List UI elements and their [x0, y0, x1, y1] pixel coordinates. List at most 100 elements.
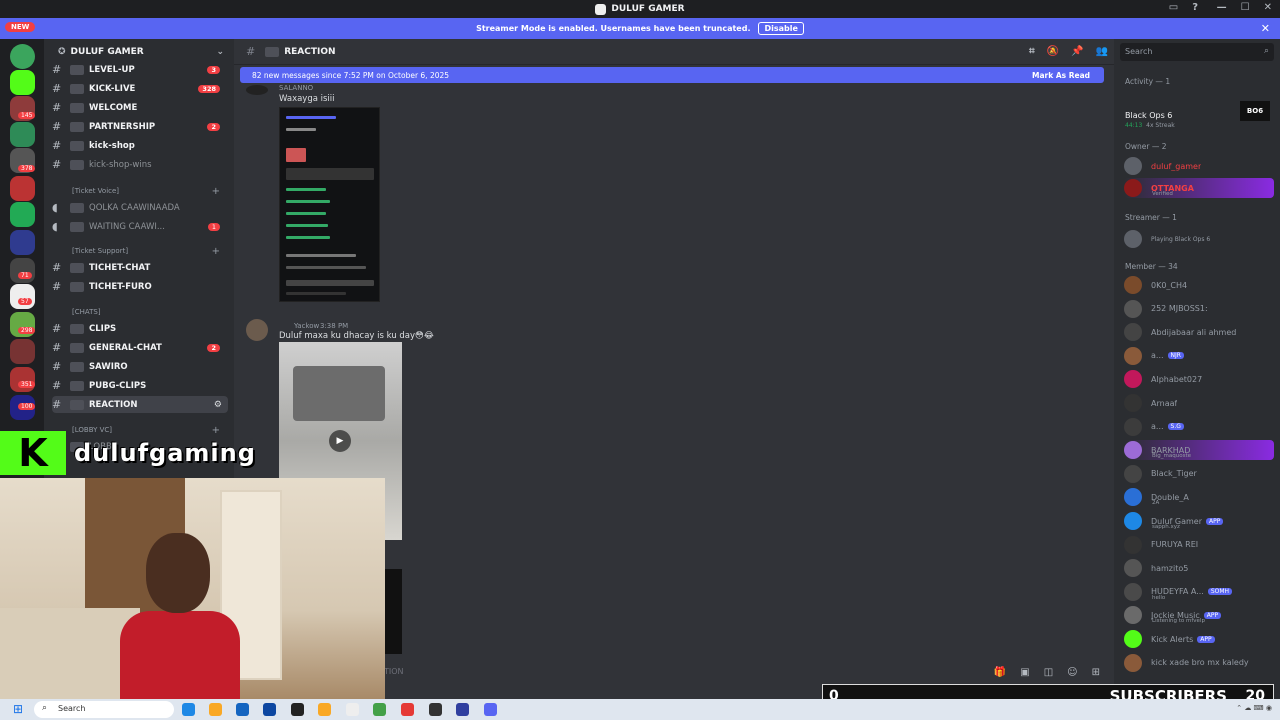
- minimize-icon[interactable]: —: [1217, 2, 1227, 13]
- server-icon[interactable]: [10, 202, 35, 227]
- member-item[interactable]: BARKHAD Big_maquoste: [1124, 440, 1274, 461]
- app-icon[interactable]: [263, 703, 276, 716]
- app-icon[interactable]: [318, 703, 331, 716]
- members-icon[interactable]: 👥: [1096, 46, 1108, 57]
- category-ticket-support[interactable]: [Ticket Support] +: [54, 244, 230, 258]
- threads-icon[interactable]: ⌗: [1029, 46, 1035, 57]
- member-item[interactable]: OTTANGA Verified: [1124, 178, 1274, 198]
- apps-icon[interactable]: ⊞: [1092, 667, 1100, 678]
- server-icon[interactable]: [10, 367, 35, 392]
- app-icon[interactable]: [456, 703, 469, 716]
- channel-clips[interactable]: # CLIPS: [52, 320, 228, 337]
- member-item[interactable]: hamzito5: [1124, 558, 1274, 578]
- message-author[interactable]: SALANNO: [279, 84, 313, 92]
- server-icon[interactable]: [10, 176, 35, 201]
- taskbar-search[interactable]: ⌕ Search: [34, 701, 174, 718]
- channel-emoji-icon: [70, 202, 84, 213]
- message-author[interactable]: Yackow: [294, 322, 319, 330]
- member-item[interactable]: Kick Alerts APP: [1124, 629, 1274, 649]
- composer-placeholder[interactable]: TION: [384, 667, 404, 676]
- avatar: [1124, 653, 1142, 672]
- ace-server-icon[interactable]: [10, 230, 35, 255]
- member-item[interactable]: Alphabet027: [1124, 369, 1274, 389]
- help-icon[interactable]: ?: [1192, 2, 1198, 13]
- member-item[interactable]: Playing Black Ops 6: [1124, 229, 1274, 249]
- gif-icon[interactable]: ▣: [1020, 667, 1029, 678]
- sticker-icon[interactable]: ◫: [1044, 667, 1053, 678]
- channel-kick-shop-wins[interactable]: # kick-shop-wins: [52, 156, 228, 173]
- member-item[interactable]: a... S.G: [1124, 417, 1274, 437]
- channel-level-up[interactable]: # LEVEL-UP 3: [52, 61, 228, 78]
- gift-icon[interactable]: 🎁: [994, 667, 1006, 678]
- windows-start-icon[interactable]: ⊞: [13, 703, 25, 715]
- emoji-icon[interactable]: ☺: [1067, 667, 1077, 678]
- close-banner-icon[interactable]: ✕: [1261, 22, 1270, 35]
- member-item[interactable]: Jockie Music APP Listening to mfvelp: [1124, 605, 1274, 625]
- member-item[interactable]: Double_A 2A: [1124, 487, 1274, 507]
- server-icon[interactable]: [10, 258, 35, 283]
- member-item[interactable]: duluf_gamer: [1124, 156, 1274, 176]
- member-item[interactable]: Duluf Gamer APP sapph.xyz: [1124, 511, 1274, 531]
- hash-icon: #: [52, 120, 62, 133]
- mark-as-read-button[interactable]: Mark As Read: [1032, 71, 1090, 80]
- member-item[interactable]: HUDEYFA A... SOMH hello: [1124, 582, 1274, 602]
- discord-icon[interactable]: [484, 703, 497, 716]
- close-window-icon[interactable]: ✕: [1264, 2, 1272, 13]
- category-ticket-voice[interactable]: [Ticket Voice] +: [54, 184, 230, 198]
- inbox-icon[interactable]: ▭: [1169, 2, 1178, 13]
- search-input[interactable]: Search ⌕: [1120, 43, 1274, 61]
- channel-pubg-clips[interactable]: # PUBG-CLIPS: [52, 377, 228, 394]
- chevron-down-icon[interactable]: ⌄: [216, 47, 224, 57]
- member-item[interactable]: 252 MJBOSS1:: [1124, 299, 1274, 319]
- mute-icon[interactable]: 🔕: [1047, 46, 1059, 57]
- add-channel-icon[interactable]: +: [212, 186, 220, 197]
- disable-streamer-button[interactable]: Disable: [758, 22, 804, 35]
- store-icon[interactable]: [236, 703, 249, 716]
- system-tray[interactable]: ⌃ ☁ ⌨ ◉: [1236, 704, 1272, 712]
- channel-kick-shop[interactable]: # kick-shop: [52, 137, 228, 154]
- obs-icon[interactable]: [291, 703, 304, 716]
- add-channel-icon[interactable]: +: [212, 246, 220, 257]
- new-messages-bar[interactable]: 82 new messages since 7:52 PM on October…: [240, 67, 1104, 83]
- category-chats[interactable]: [CHATS]: [54, 305, 230, 319]
- channel-partnership[interactable]: # PARTNERSHIP 2: [52, 118, 228, 135]
- member-item[interactable]: Abdijabaar ali ahmed: [1124, 322, 1274, 342]
- app-icon[interactable]: [429, 703, 442, 716]
- member-item[interactable]: kick xade bro mx kaledy: [1124, 653, 1274, 673]
- pin-icon[interactable]: 📌: [1071, 46, 1083, 57]
- channel-general-chat[interactable]: # GENERAL-CHAT 2: [52, 339, 228, 356]
- channel-tichet-chat[interactable]: # TICHET-CHAT: [52, 259, 228, 276]
- maximize-icon[interactable]: ☐: [1241, 2, 1250, 13]
- voice-channel-waiting[interactable]: ◖ WAITING CAAWI... 1: [52, 218, 228, 235]
- avatar[interactable]: [246, 319, 268, 341]
- kick-server-icon[interactable]: [10, 70, 35, 95]
- member-item[interactable]: Arnaaf: [1124, 393, 1274, 413]
- unread-badge: 3: [207, 65, 220, 74]
- member-item[interactable]: a... NJR: [1124, 346, 1274, 366]
- channel-tichet-furo[interactable]: # TICHET-FURO: [52, 278, 228, 295]
- avatar[interactable]: [246, 85, 268, 95]
- server-icon[interactable]: [10, 122, 35, 147]
- channel-welcome[interactable]: # WELCOME: [52, 99, 228, 116]
- member-item[interactable]: 0K0_CH4: [1124, 275, 1274, 295]
- activity-card[interactable]: Black Ops 6 44:13 4x Streak BO6: [1120, 95, 1274, 131]
- edge-icon[interactable]: [182, 703, 195, 716]
- channel-reaction[interactable]: # REACTION ⚙: [52, 396, 228, 413]
- streamer-mode-message: Streamer Mode is enabled. Usernames have…: [476, 24, 751, 33]
- voice-channel-qolka[interactable]: ◖ QOLKA CAAWINAADA: [52, 199, 228, 216]
- channel-settings-icon[interactable]: ⚙: [214, 400, 222, 410]
- member-item[interactable]: FURUYA REI: [1124, 535, 1274, 555]
- file-explorer-icon[interactable]: [209, 703, 222, 716]
- chrome-icon[interactable]: [373, 703, 386, 716]
- channel-sawiro[interactable]: # SAWIRO: [52, 358, 228, 375]
- play-icon[interactable]: ▶: [329, 430, 351, 452]
- server-icon[interactable]: [10, 339, 35, 364]
- server-icon[interactable]: [10, 44, 35, 69]
- youtube-icon[interactable]: [401, 703, 414, 716]
- member-item[interactable]: Black_Tiger: [1124, 464, 1274, 484]
- new-badge[interactable]: NEW: [5, 22, 36, 32]
- image-attachment[interactable]: [279, 107, 380, 302]
- server-icon[interactable]: [10, 284, 35, 309]
- channel-kick-live[interactable]: # KICK-LIVE 328: [52, 80, 228, 97]
- yandex-icon[interactable]: [346, 703, 359, 716]
